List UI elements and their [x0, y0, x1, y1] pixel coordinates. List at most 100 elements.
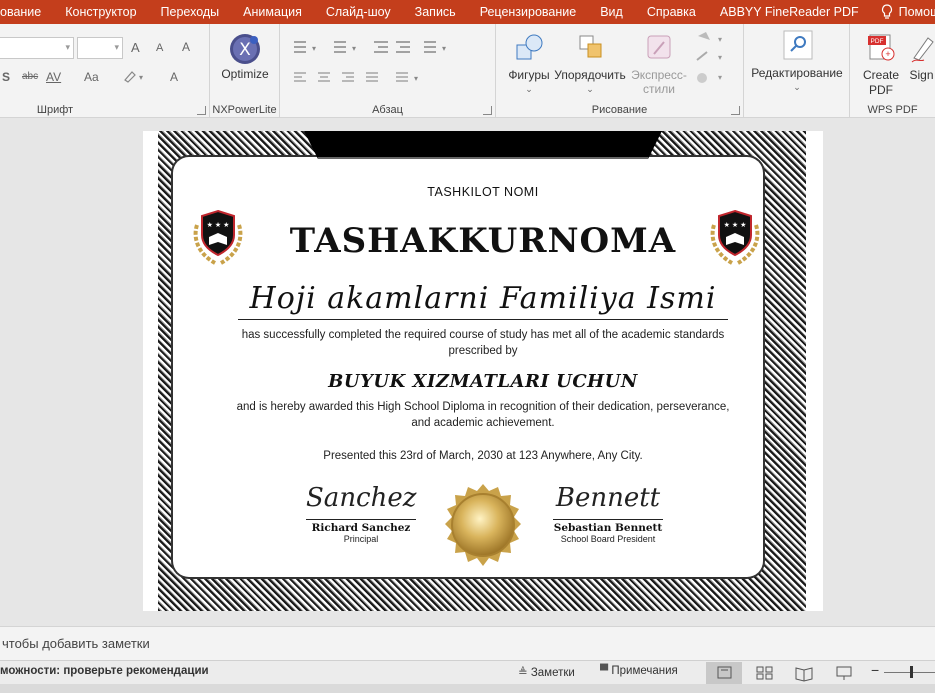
accessibility-status[interactable]: можности: проверьте рекомендации [0, 665, 209, 677]
quick-styles-label-1: Экспресс- [631, 68, 687, 82]
nxpowerlite-logo-icon: X [230, 34, 260, 64]
tab-slideshow[interactable]: Слайд-шоу [314, 0, 403, 24]
editing-button[interactable]: Редактирование ⌄ [744, 28, 850, 96]
tab-design-partial[interactable]: ование [0, 0, 53, 24]
organization-name[interactable]: TASHKILOT NOMI [143, 185, 823, 199]
award-heading[interactable]: BUYUK XIZMATLARI UCHUN [143, 371, 823, 392]
notes-pane[interactable]: чтобы добавить заметки [0, 626, 935, 660]
shapes-label: Фигуры [508, 68, 550, 82]
font-name-combo[interactable]: ▾ [0, 37, 74, 59]
paragraph-top-icons[interactable]: ▾ ▾ ▾ [290, 38, 490, 58]
change-case-icon[interactable]: Aa [84, 70, 99, 84]
shapes-button[interactable]: Фигуры ⌄ [504, 30, 554, 100]
status-bar: можности: проверьте рекомендации ≜ Замет… [0, 660, 935, 684]
optimize-button[interactable]: X Optimize [210, 24, 280, 100]
tab-review[interactable]: Рецензирование [468, 0, 589, 24]
certificate-title[interactable]: TASHAKKURNOMA [143, 221, 823, 261]
highlight-icon[interactable]: ▾ [122, 68, 148, 87]
completion-statement[interactable]: has successfully completed the required … [223, 327, 743, 359]
shrink-font-icon[interactable]: A [156, 42, 163, 54]
strikethrough-icon[interactable]: abc [22, 71, 38, 82]
tab-help[interactable]: Справка [635, 0, 708, 24]
svg-text:▾: ▾ [718, 35, 722, 44]
slide-sorter-icon [756, 666, 773, 680]
tab-transitions[interactable]: Переходы [149, 0, 232, 24]
zoom-out-button[interactable]: − [871, 662, 879, 678]
drawing-dialog-launcher[interactable] [731, 106, 740, 115]
paragraph-group: ▾ ▾ ▾ ▾ Абзац [280, 24, 496, 118]
paragraph-dialog-launcher[interactable] [483, 106, 492, 115]
recipient-name[interactable]: Hoji akamlarni Familiya Ismi [143, 281, 823, 316]
comment-icon: ▀ [600, 665, 609, 677]
reading-view-button[interactable] [786, 662, 822, 684]
signature-script-right: Bennett [555, 483, 661, 513]
signature-block-left[interactable]: Sanchez Richard Sanchez Principal [306, 483, 416, 544]
shadow-icon[interactable]: S [2, 70, 10, 84]
quick-styles-button[interactable]: Экспресс- стили [628, 30, 690, 100]
editing-group: Редактирование ⌄ [744, 24, 850, 118]
normal-view-icon [717, 666, 732, 679]
ribbon-tab-bar: ование Конструктор Переходы Анимация Сла… [0, 0, 935, 24]
nxpowerlite-x-glyph: X [239, 40, 251, 60]
tab-constructor[interactable]: Конструктор [53, 0, 148, 24]
slide-editing-pane[interactable]: ★ ★ ★ ★ ★ ★ TASHKILOT NOMI TASHAKKURNOMA… [0, 119, 935, 626]
tell-me-search[interactable]: Помощ [893, 5, 935, 19]
alignment-icons[interactable]: ▾ [290, 70, 440, 86]
notes-toggle-button[interactable]: ≜ Заметки [518, 665, 575, 679]
wps-pdf-group: PDF + Create PDF Sign WPS PDF [850, 24, 935, 118]
font-color-icon[interactable]: A [170, 70, 178, 84]
svg-text:+: + [885, 49, 890, 59]
comments-toggle-button[interactable]: ▀ Примечания [600, 665, 678, 677]
sign-button[interactable]: Sign [904, 30, 935, 100]
nxpowerlite-group: X Optimize NXPowerLite [210, 24, 280, 118]
arrange-label: Упорядочить [554, 68, 626, 82]
paragraph-group-label: Абзац [372, 104, 403, 116]
editing-label: Редактирование [751, 66, 843, 80]
create-pdf-icon: PDF+ [868, 34, 895, 61]
award-statement[interactable]: and is hereby awarded this High School D… [233, 399, 733, 431]
optimize-label: Optimize [221, 67, 269, 81]
signer-role-right: School Board President [560, 534, 656, 544]
zoom-slider-thumb[interactable] [910, 666, 913, 678]
arrange-button[interactable]: Упорядочить ⌄ [554, 30, 626, 100]
drawing-group-label: Рисование [591, 104, 648, 116]
find-icon [783, 30, 813, 60]
gold-seal-icon [445, 484, 521, 566]
signer-role-left: Principal [343, 534, 379, 544]
font-dialog-launcher[interactable] [197, 106, 206, 115]
arrange-icon [579, 35, 602, 58]
svg-text:▾: ▾ [414, 74, 418, 83]
sign-label: Sign [909, 68, 934, 82]
slide-sorter-view-button[interactable] [746, 662, 782, 684]
svg-text:▾: ▾ [442, 44, 446, 53]
normal-view-button[interactable] [706, 662, 742, 684]
presented-date-location[interactable]: Presented this 23rd of March, 2030 at 12… [143, 450, 823, 462]
create-pdf-button[interactable]: PDF + Create PDF [858, 30, 904, 100]
shapes-chevron-icon: ⌄ [525, 84, 533, 94]
tab-view[interactable]: Вид [588, 0, 635, 24]
taskbar-strip [0, 684, 935, 693]
clear-format-icon[interactable]: A [182, 40, 190, 54]
char-spacing-icon[interactable]: AV [46, 70, 61, 84]
tab-abbyy[interactable]: ABBYY FineReader PDF [708, 0, 871, 24]
svg-text:▾: ▾ [718, 73, 722, 82]
tab-animation[interactable]: Анимация [231, 0, 314, 24]
grow-font-icon[interactable]: A [131, 40, 140, 55]
lightbulb-icon[interactable] [881, 4, 893, 20]
slideshow-view-button[interactable] [826, 662, 862, 684]
font-size-combo[interactable]: ▾ [77, 37, 123, 59]
font-group: ▾ ▾ A A A S abc AV Aa ▾ A Шрифт [0, 24, 210, 118]
notes-icon: ≜ [518, 667, 528, 679]
signer-name-right: Sebastian Bennett [553, 522, 663, 534]
signature-line-left [306, 519, 416, 520]
shape-format-icons[interactable]: ▾ ▾ ▾ [692, 30, 732, 90]
signature-block-right[interactable]: Bennett Sebastian Bennett School Board P… [553, 483, 663, 544]
svg-text:▾: ▾ [139, 73, 143, 82]
certificate-slide[interactable]: ★ ★ ★ ★ ★ ★ TASHKILOT NOMI TASHAKKURNOMA… [143, 131, 823, 611]
quick-styles-icon [647, 35, 671, 59]
notes-placeholder: чтобы добавить заметки [2, 636, 150, 651]
drawing-group: Фигуры ⌄ Упорядочить ⌄ Экспресс- стили ▾… [496, 24, 744, 118]
recipient-underline [238, 319, 728, 320]
create-pdf-label-2: PDF [869, 83, 893, 97]
tab-record[interactable]: Запись [403, 0, 468, 24]
